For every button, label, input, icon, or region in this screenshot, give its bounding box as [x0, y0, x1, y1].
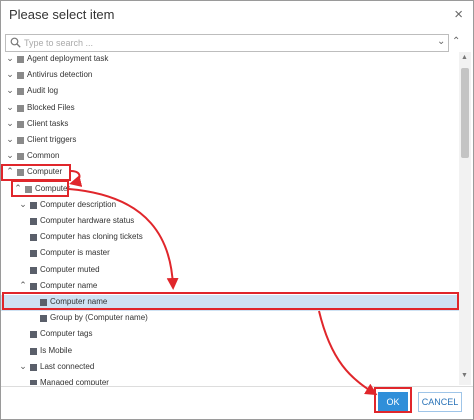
item-square-icon — [30, 347, 37, 355]
tree-item-label: Computer has cloning tickets — [40, 232, 143, 242]
item-square-icon — [30, 380, 37, 385]
item-square-icon — [30, 234, 37, 242]
tree-row[interactable]: Computer tags — [1, 327, 459, 343]
tree-item-label: Common — [27, 151, 60, 161]
tree-item-label: Blocked Files — [27, 102, 75, 112]
scroll-down-icon[interactable]: ▼ — [461, 372, 468, 379]
item-square-icon — [30, 266, 37, 274]
item-square-icon — [17, 72, 24, 80]
item-square-icon — [17, 137, 24, 144]
expand-chevron-icon[interactable]: ⌄ — [5, 102, 15, 113]
tree-item-label: Group by (Computer name) — [50, 313, 148, 323]
tree-item-label: Client triggers — [27, 135, 77, 144]
expand-chevron-icon[interactable]: ⌄ — [5, 150, 15, 161]
expand-chevron-icon[interactable]: ⌄ — [5, 53, 15, 64]
tree-item-label: Client tasks — [27, 118, 69, 128]
tree-item-label: Audit log — [27, 86, 59, 96]
tree-row[interactable]: Managed computer — [1, 376, 459, 385]
collapse-chevron-icon[interactable]: ⌃ — [18, 280, 28, 291]
highlight-computer-category — [11, 180, 69, 197]
tree-scrollbar[interactable]: ▲ ▼ — [459, 52, 471, 385]
item-square-icon — [30, 218, 37, 225]
tree-row[interactable]: ⌄ Client tasks — [1, 117, 459, 133]
tree-item-label: Managed computer — [40, 378, 109, 385]
tree-row[interactable]: ⌃ Computer — [1, 182, 459, 198]
item-square-icon — [17, 120, 24, 128]
item-square-icon — [30, 282, 37, 290]
item-square-icon — [17, 153, 24, 161]
tree-row[interactable]: ⌄ Antivirus detection — [1, 68, 459, 84]
tree-row[interactable]: ⌄ Client triggers — [1, 133, 459, 149]
dialog-title: Please select item — [9, 7, 115, 22]
tree-row[interactable]: ⌄ Common — [1, 149, 459, 165]
item-square-icon — [30, 250, 37, 258]
item-square-icon — [40, 315, 47, 323]
tree-row[interactable]: Is Mobile — [1, 344, 459, 360]
tree-row[interactable]: ⌄ Agent deployment task — [1, 52, 459, 68]
select-item-dialog: Please select item × ⌄ ⌃ ⌄ Agent deployme… — [0, 0, 474, 420]
tree-row[interactable]: Computer muted — [1, 263, 459, 279]
tree-row[interactable]: Computer has cloning tickets — [1, 230, 459, 246]
item-square-icon — [30, 201, 37, 209]
tree-row[interactable]: ⌄ Last connected — [1, 360, 459, 376]
expand-chevron-icon[interactable]: ⌄ — [5, 69, 15, 80]
item-square-icon — [30, 363, 37, 371]
item-square-icon — [30, 331, 37, 339]
item-square-icon — [17, 88, 24, 96]
tree-row[interactable]: Computer hardware status — [1, 214, 459, 230]
search-icon — [10, 37, 21, 48]
tree-item-label: Computer is master — [40, 248, 110, 258]
scroll-thumb[interactable] — [461, 68, 469, 158]
expand-chevron-icon[interactable]: ⌄ — [5, 134, 15, 145]
tree-item-label: Computer hardware status — [40, 216, 135, 225]
expand-chevron-icon[interactable]: ⌄ — [5, 118, 15, 129]
scroll-up-icon[interactable]: ▲ — [461, 54, 468, 61]
highlight-computer-name — [2, 292, 459, 310]
highlight-computer-group — [1, 164, 71, 181]
dialog-titlebar: Please select item × — [1, 1, 473, 31]
search-bar — [5, 34, 449, 52]
tree-row[interactable]: ⌄ Computer description — [1, 198, 459, 214]
highlight-ok-button — [374, 387, 412, 413]
tree-item-label: Last connected — [40, 361, 95, 371]
expand-chevron-icon[interactable]: ⌄ — [18, 199, 28, 210]
tree-row[interactable]: ⌄ Audit log — [1, 84, 459, 100]
tree-item-label: Is Mobile — [40, 345, 73, 355]
tree-item-label: Computer muted — [40, 264, 100, 274]
collapse-all-icon[interactable]: ⌃ — [452, 36, 460, 47]
close-icon[interactable]: × — [454, 6, 463, 23]
tree-row[interactable]: ⌄ Blocked Files — [1, 101, 459, 117]
expand-all-icon[interactable]: ⌄ — [437, 36, 445, 47]
tree-item-label: Computer name — [40, 280, 98, 290]
tree-item-label: Antivirus detection — [27, 70, 93, 80]
tree-item-label: Computer description — [40, 199, 117, 209]
tree-row[interactable]: Computer is master — [1, 246, 459, 262]
tree-item-label: Computer tags — [40, 329, 93, 339]
expand-chevron-icon[interactable]: ⌄ — [18, 361, 28, 372]
tree-item-label: Agent deployment task — [27, 54, 109, 63]
item-square-icon — [17, 56, 24, 63]
item-tree: ⌄ Agent deployment task ⌄ Antivirus detecti… — [1, 52, 459, 385]
cancel-button[interactable]: CANCEL — [418, 392, 462, 412]
search-input[interactable] — [24, 35, 424, 51]
tree-row[interactable]: Group by (Computer name) — [1, 311, 459, 327]
expand-chevron-icon[interactable]: ⌄ — [5, 85, 15, 96]
item-square-icon — [17, 104, 24, 112]
